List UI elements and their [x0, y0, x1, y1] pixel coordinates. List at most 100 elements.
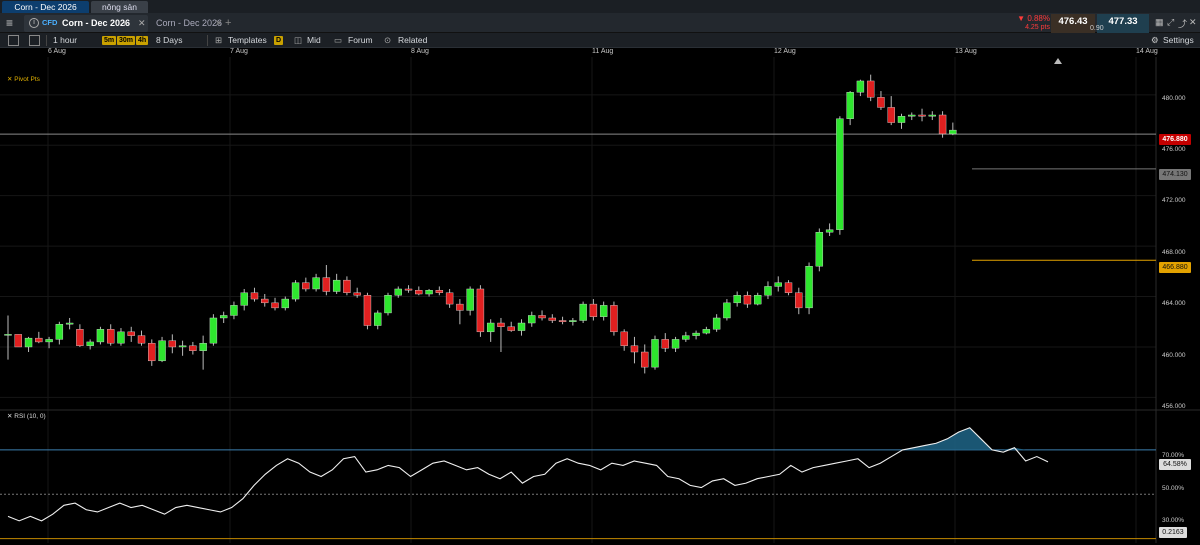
- rsi-value-tag: 64.58%: [1159, 459, 1191, 470]
- candle-body: [507, 326, 515, 331]
- date-label: 14 Aug: [1136, 48, 1158, 55]
- range-dropdown[interactable]: 8 Days: [156, 33, 182, 48]
- price-tick: 460.000: [1162, 352, 1186, 359]
- candle-body: [404, 288, 413, 291]
- candle-body: [825, 229, 834, 233]
- candle-body: [168, 340, 177, 348]
- candle-body: [127, 331, 135, 336]
- date-axis: 6 Aug 7 Aug 8 Aug 11 Aug 12 Aug 13 Aug 1…: [0, 48, 1158, 57]
- candle-body: [856, 80, 865, 93]
- workspace-tab-corn[interactable]: Corn - Dec 2026: [2, 1, 89, 13]
- candle-body: [76, 329, 84, 346]
- price-change: ▼ 0.88% 4.25 pts: [1000, 14, 1050, 33]
- price-mode-icon: ◫: [294, 35, 303, 45]
- settings-icon[interactable]: ⚙: [1151, 33, 1159, 48]
- candle-body: [517, 322, 526, 331]
- candle-body: [343, 279, 351, 293]
- workspace-tab-nong-san[interactable]: nông sản: [91, 1, 148, 13]
- candle-body: [117, 331, 125, 344]
- candle-body: [476, 288, 485, 333]
- forum-button[interactable]: Forum: [348, 33, 373, 48]
- candle-body: [743, 295, 752, 305]
- candle-body: [4, 334, 12, 336]
- candle-body: [261, 298, 269, 304]
- cfd-badge: CFD: [42, 18, 58, 27]
- candle-body: [137, 335, 146, 344]
- related-button[interactable]: Related: [398, 33, 427, 48]
- candle-body: [702, 329, 711, 334]
- candle-body: [189, 345, 197, 351]
- candle-body: [271, 302, 279, 309]
- rsi-panel: [0, 427, 1156, 540]
- candle-body: [250, 292, 259, 300]
- timeframe-chip-4h[interactable]: 4h: [136, 36, 149, 45]
- rsi-tick: 70.00%: [1162, 452, 1185, 459]
- candle-body: [445, 292, 454, 305]
- candle-body: [353, 292, 361, 296]
- candle-body: [651, 339, 659, 368]
- candle-body: [486, 322, 495, 333]
- templates-button[interactable]: Templates: [228, 33, 267, 48]
- candle-body: [363, 295, 372, 326]
- price-tick: 468.000: [1162, 249, 1186, 256]
- rsi-crosshair-tag: 0.2163: [1159, 527, 1187, 538]
- sell-price-button[interactable]: 476.43: [1051, 14, 1095, 33]
- pivot-lines: [0, 133, 1156, 261]
- candle-body: [836, 118, 844, 230]
- related-icon: ⊙: [384, 35, 392, 45]
- candle-body: [784, 282, 793, 293]
- candle-body: [887, 107, 895, 123]
- candle-body: [374, 312, 382, 326]
- close-window-icon[interactable]: ✕: [1189, 17, 1197, 28]
- timeframe-dropdown[interactable]: 1 hour: [53, 33, 77, 48]
- divider: [207, 35, 208, 46]
- rsi-tick: 30.00%: [1162, 517, 1185, 524]
- date-label: 8 Aug: [411, 48, 429, 55]
- pivot-indicator-label[interactable]: ✕ Pivot Pts: [7, 75, 40, 83]
- divider: [46, 35, 47, 46]
- candle-body: [712, 317, 721, 330]
- candle-body: [199, 342, 207, 351]
- info-icon[interactable]: i: [29, 18, 39, 28]
- candle-body: [86, 341, 94, 346]
- hamburger-menu-icon[interactable]: ≡: [6, 13, 20, 33]
- candle-body: [897, 116, 906, 123]
- candle-body: [569, 320, 577, 322]
- candle-body: [219, 315, 228, 319]
- add-tab-icon[interactable]: +: [225, 13, 231, 33]
- candle-body: [538, 315, 546, 319]
- candle-body: [877, 97, 885, 108]
- candle-body: [815, 232, 824, 267]
- candle-body: [24, 337, 33, 348]
- instrument-tab-2[interactable]: Corn - Dec 2026: [156, 13, 222, 33]
- price-chart[interactable]: [0, 57, 1200, 545]
- layout-icon[interactable]: [8, 35, 19, 46]
- price-tick: 456.000: [1162, 403, 1186, 410]
- timeframe-chip-30m[interactable]: 30m: [117, 36, 136, 45]
- settings-button[interactable]: Settings: [1163, 33, 1194, 48]
- timeframe-chip-5m[interactable]: 5m: [102, 36, 117, 45]
- price-mode-dropdown[interactable]: Mid: [307, 33, 321, 48]
- candle-body: [795, 292, 803, 309]
- close-icon[interactable]: ✕: [215, 13, 223, 33]
- date-label: 6 Aug: [48, 48, 66, 55]
- d-chip[interactable]: D: [274, 36, 284, 45]
- candle-body: [620, 331, 628, 346]
- candle-body: [641, 351, 649, 368]
- search-icon[interactable]: ⌕: [123, 13, 128, 33]
- candle-body: [599, 305, 608, 317]
- candle-body: [158, 340, 166, 362]
- grid-icon[interactable]: ▦: [1155, 17, 1164, 28]
- candle-body: [45, 339, 53, 343]
- expand-icon[interactable]: ⤢: [1167, 17, 1174, 28]
- candle-body: [692, 332, 700, 336]
- scroll-to-latest-icon[interactable]: [1054, 58, 1062, 64]
- buy-price-button[interactable]: 477.33: [1097, 14, 1149, 33]
- close-icon[interactable]: ✕: [138, 13, 146, 33]
- candle-body: [209, 317, 218, 344]
- candle-body: [682, 335, 690, 340]
- grid-layout-icon[interactable]: [29, 35, 40, 46]
- candle-body: [240, 292, 248, 306]
- popout-icon[interactable]: ⤴: [1178, 17, 1187, 30]
- rsi-indicator-label[interactable]: ✕ RSI (10, 0): [7, 412, 46, 420]
